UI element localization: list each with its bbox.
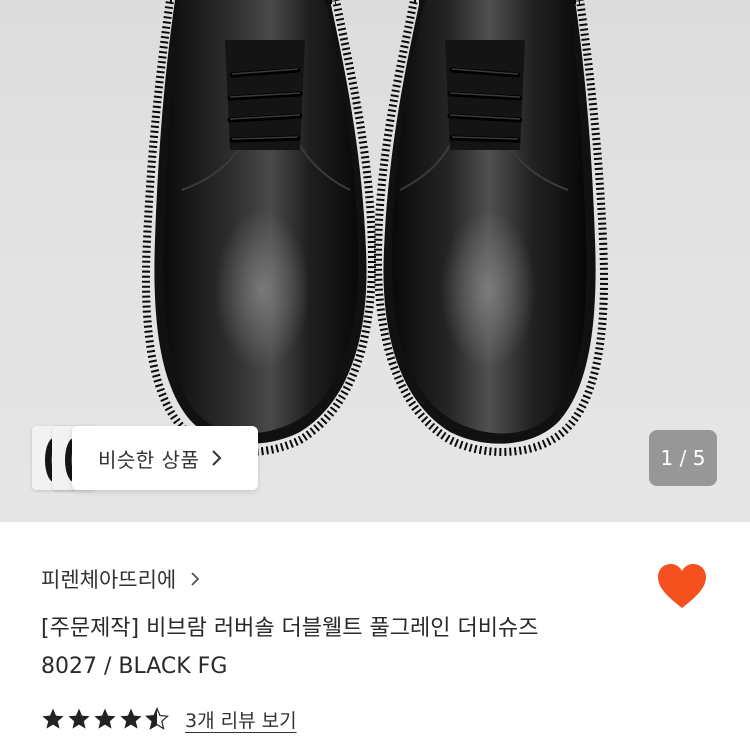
image-pager: 1 / 5 (649, 430, 717, 486)
right-shoe (373, 0, 608, 456)
chevron-right-icon (191, 572, 200, 586)
star-icon (94, 708, 116, 729)
product-info: 피렌체아뜨리에 [주문제작] 비브람 러버솔 더블웰트 풀그레인 더비슈즈 80… (0, 522, 750, 750)
pager-text: 1 / 5 (660, 446, 706, 470)
similar-products-button[interactable]: 비슷한 상품 (32, 426, 258, 490)
product-image-carousel[interactable]: 비슷한 상품 1 / 5 (0, 0, 750, 522)
chevron-right-icon (212, 450, 222, 466)
review-link[interactable]: 3개 리뷰 보기 (185, 706, 297, 733)
star-icon (42, 708, 64, 729)
rating-row: 3개 리뷰 보기 (41, 704, 297, 734)
product-title-line1: [주문제작] 비브람 러버솔 더블웰트 풀그레인 더비슈즈 (41, 616, 539, 641)
left-shoe (142, 0, 377, 456)
star-icon (68, 708, 90, 729)
half-star-icon (145, 707, 169, 730)
brand-name: 피렌체아뜨리에 (41, 568, 177, 592)
star-icon (120, 708, 142, 729)
brand-link[interactable]: 피렌체아뜨리에 (41, 564, 200, 594)
similar-products-chip[interactable]: 비슷한 상품 (72, 426, 258, 490)
product-title: [주문제작] 비브람 러버솔 더블웰트 풀그레인 더비슈즈 8027 / BLA… (41, 610, 641, 686)
similar-products-label: 비슷한 상품 (98, 447, 200, 472)
product-title-line2: 8027 / BLACK FG (41, 654, 228, 679)
star-rating (41, 707, 171, 731)
heart-icon[interactable] (656, 562, 708, 610)
